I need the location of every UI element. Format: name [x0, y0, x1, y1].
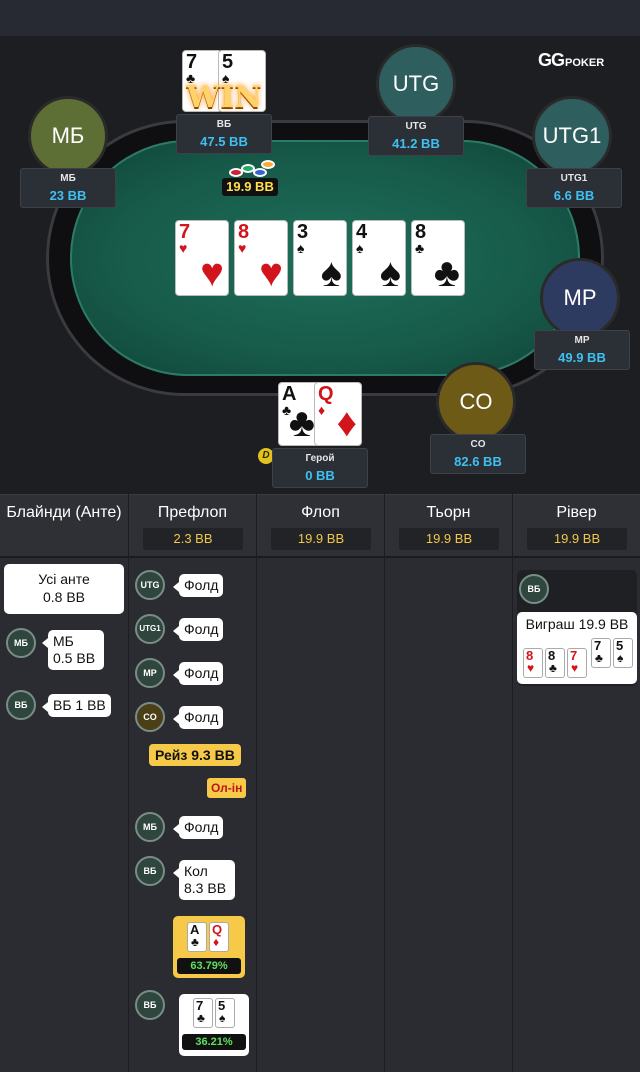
seat-co-nameplate: CO 82.6 BB	[430, 434, 526, 474]
preflop-hero-allin: Ол-ін	[207, 778, 247, 798]
seat-utg-avatar[interactable]: UTG	[376, 44, 456, 124]
seat-mp-avatar[interactable]: MP	[540, 258, 620, 338]
column-flop: Флоп 19.9 BB	[256, 494, 384, 1072]
flop-pot: 19.9 BB	[271, 528, 371, 550]
ante-label: Усі анте	[38, 571, 90, 587]
preflop-bb-action: Кол 8.3 BB	[173, 860, 235, 900]
seat-co-avatar[interactable]: CO	[436, 362, 516, 442]
preflop-mp-badge: MP	[135, 658, 165, 688]
board-card-1: 7 ♥ ♥	[175, 220, 229, 296]
blinds-mb-badge: МБ	[6, 628, 36, 658]
seat-mp-nameplate: MP 49.9 BB	[534, 330, 630, 370]
preflop-pot: 2.3 BB	[143, 528, 243, 550]
preflop-utg1-badge: UTG1	[135, 614, 165, 644]
column-blinds-title: Блайнди (Анте)	[6, 504, 122, 521]
preflop-utg-badge: UTG	[135, 570, 165, 600]
blinds-bb-badge: ВБ	[6, 690, 36, 720]
preflop-bb-show-badge: ВБ	[135, 990, 165, 1020]
pot-chips-icon	[225, 158, 277, 180]
win-badge: WIN	[186, 80, 262, 115]
preflop-utg-action: Фолд	[172, 574, 224, 597]
preflop-hero-raise: Рейз 9.3 BB	[149, 744, 241, 766]
seat-mb-nameplate: МБ 23 BB	[20, 168, 116, 208]
hero-show-card-1: A ♣	[187, 922, 207, 952]
preflop-co-action: Фолд	[172, 706, 224, 729]
column-turn-title: Тьорн	[426, 504, 471, 521]
ante-box: Усі анте 0.8 BB	[4, 564, 124, 614]
bb-show-card-1: 7 ♣	[193, 998, 213, 1028]
column-river: Рівер 19.9 BB ВБ Виграш 19.9 BB 8 ♥ 8 ♣ 7 ♥…	[512, 494, 640, 1072]
turn-pot: 19.9 BB	[399, 528, 499, 550]
column-blinds: Блайнди (Анте) Усі анте 0.8 BB МБ МБ 0.5 …	[0, 494, 128, 1072]
preflop-bb-badge: ВБ	[135, 856, 165, 886]
river-pot: 19.9 BB	[527, 528, 627, 550]
blinds-mb-action: МБ 0.5 BB	[42, 630, 104, 670]
preflop-mb-badge: МБ	[135, 812, 165, 842]
blinds-bb-action: ВБ 1 BB	[42, 694, 111, 717]
column-preflop: Префлоп 2.3 BB UTG Фолд UTG1 Фолд MP Фол…	[128, 494, 256, 1072]
bb-equity: 36.21%	[182, 1034, 246, 1050]
seat-utg1-nameplate: UTG1 6.6 BB	[526, 168, 622, 208]
board-card-4: 4 ♠ ♠	[352, 220, 406, 296]
board-card-2: 8 ♥ ♥	[234, 220, 288, 296]
hand-history-panel: Блайнди (Анте) Усі анте 0.8 BB МБ МБ 0.5 …	[0, 494, 640, 1072]
hero-hole-card-2: Q ♦ ♦	[314, 382, 362, 446]
board-card-3: 3 ♠ ♠	[293, 220, 347, 296]
seat-mb-avatar[interactable]: МБ	[28, 96, 108, 176]
ante-amount: 0.8 BB	[42, 589, 86, 605]
river-hand-card-4: 7 ♣	[591, 638, 611, 668]
river-win-card: Виграш 19.9 BB 8 ♥ 8 ♣ 7 ♥ 7 ♣ 5 ♠	[517, 612, 637, 684]
top-bar	[0, 0, 640, 36]
seat-utg-nameplate: UTG 41.2 BB	[368, 116, 464, 156]
preflop-utg1-action: Фолд	[172, 618, 224, 641]
hero-show-card-2: Q ♦	[209, 922, 229, 952]
column-turn: Тьорн 19.9 BB	[384, 494, 512, 1072]
hero-showdown-box: A ♣ Q ♦ 63.79%	[173, 916, 245, 978]
column-river-title: Рівер	[556, 504, 597, 521]
river-hand-card-5: 5 ♠	[613, 638, 633, 668]
preflop-co-badge: CO	[135, 702, 165, 732]
board-card-5: 8 ♣ ♣	[411, 220, 465, 296]
bb-showdown-box: 7 ♣ 5 ♠ 36.21%	[179, 994, 249, 1056]
preflop-mb-action: Фолд	[172, 816, 224, 839]
column-flop-title: Флоп	[301, 504, 340, 521]
bb-show-card-2: 5 ♠	[215, 998, 235, 1028]
river-hand-card-3: 7 ♥	[567, 648, 587, 678]
ggpoker-logo: GGPOKER	[538, 50, 605, 70]
river-winner-box: ВБ Виграш 19.9 BB 8 ♥ 8 ♣ 7 ♥ 7 ♣ 5 ♠	[517, 570, 637, 686]
river-win-text: Виграш 19.9 BB	[525, 616, 629, 632]
river-hand-card-1: 8 ♥	[523, 648, 543, 678]
poker-replay-app: GGPOKER МБ МБ 23 BB 7 ♣ 5 ♠ WIN ВБ 47.5 BB 1…	[0, 0, 640, 1072]
pot-amount: 19.9 BB	[222, 178, 278, 196]
seat-bb-nameplate: ВБ 47.5 BB	[176, 114, 272, 154]
seat-utg1-avatar[interactable]: UTG1	[532, 96, 612, 176]
hero-equity: 63.79%	[177, 958, 241, 974]
river-hand-card-2: 8 ♣	[545, 648, 565, 678]
river-bb-badge: ВБ	[519, 574, 549, 604]
column-preflop-title: Префлоп	[157, 504, 228, 521]
seat-hero-nameplate: Герой 0 BB	[272, 448, 368, 488]
preflop-mp-action: Фолд	[172, 662, 224, 685]
